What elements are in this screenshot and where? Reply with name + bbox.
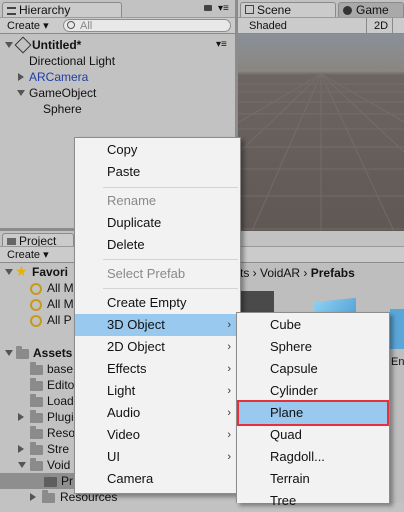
expand-arrow-icon[interactable] bbox=[5, 269, 13, 275]
search-icon bbox=[30, 315, 42, 327]
menu-item-copy[interactable]: Copy bbox=[75, 139, 240, 161]
breadcrumb-item[interactable]: VoidAR bbox=[260, 266, 300, 280]
breadcrumb: ts › VoidAR › Prefabs bbox=[240, 266, 355, 280]
search-icon bbox=[67, 21, 75, 29]
pacman-icon bbox=[343, 6, 352, 15]
folder-tab-icon bbox=[7, 238, 16, 245]
menu-separator bbox=[103, 187, 238, 188]
folder-icon bbox=[30, 378, 43, 391]
expand-arrow-icon[interactable] bbox=[18, 445, 24, 453]
submenu-arrow-icon: › bbox=[227, 429, 231, 441]
project-create-button[interactable]: Create ▾ bbox=[4, 248, 52, 262]
shading-mode-dropdown[interactable]: Shaded bbox=[246, 19, 290, 33]
menu-item-3d-object[interactable]: 3D Object › bbox=[75, 314, 240, 336]
menu-item-rename: Rename bbox=[107, 193, 157, 208]
asset-label: En bbox=[391, 356, 404, 368]
menu-item-effects[interactable]: Effects › bbox=[75, 358, 240, 380]
hierarchy-toolbar: Create ▾ All bbox=[0, 17, 235, 34]
hierarchy-item-gameobject[interactable]: GameObject bbox=[16, 85, 96, 101]
folder-icon bbox=[42, 490, 55, 503]
submenu-arrow-icon: › bbox=[227, 341, 231, 353]
tab-scene[interactable]: Scene bbox=[240, 2, 336, 17]
search-icon bbox=[30, 299, 42, 311]
scene-menu-icon[interactable]: ▾≡ bbox=[216, 37, 227, 53]
context-menu: Copy Paste Rename Duplicate Delete Selec… bbox=[74, 137, 241, 494]
menu-item-paste[interactable]: Paste bbox=[75, 161, 240, 183]
scene-toolbar: Shaded 2D bbox=[238, 17, 404, 34]
submenu-item-plane[interactable]: Plane bbox=[237, 400, 389, 426]
tab-hierarchy[interactable]: Hierarchy bbox=[2, 2, 122, 17]
search-icon bbox=[30, 283, 42, 295]
hierarchy-item-arcamera[interactable]: ARCamera bbox=[16, 69, 88, 85]
breadcrumb-item[interactable]: ts bbox=[240, 266, 249, 280]
menu-item-select-prefab: Select Prefab bbox=[107, 266, 186, 281]
menu-separator bbox=[103, 259, 238, 260]
hierarchy-item-sphere[interactable]: Sphere bbox=[43, 101, 82, 117]
panel-menu-icon[interactable]: ▾≡ bbox=[218, 4, 229, 14]
submenu-arrow-icon: › bbox=[227, 363, 231, 375]
submenu-arrow-icon: › bbox=[227, 385, 231, 397]
lock-icon[interactable] bbox=[204, 5, 212, 11]
submenu-item-capsule[interactable]: Capsule bbox=[237, 358, 389, 380]
submenu-arrow-icon: › bbox=[227, 319, 231, 331]
folder-icon bbox=[30, 410, 43, 423]
expand-arrow-icon[interactable] bbox=[18, 73, 24, 81]
toolbar-separator bbox=[366, 18, 367, 33]
submenu-arrow-icon: › bbox=[227, 451, 231, 463]
submenu-item-quad[interactable]: Quad bbox=[237, 424, 389, 446]
folder-icon bbox=[30, 442, 43, 455]
menu-item-2d-object[interactable]: 2D Object › bbox=[75, 336, 240, 358]
folder-icon bbox=[16, 346, 29, 359]
folder-icon bbox=[30, 394, 43, 407]
menu-item-audio[interactable]: Audio › bbox=[75, 402, 240, 424]
hierarchy-create-button[interactable]: Create ▾ bbox=[4, 19, 52, 33]
expand-arrow-icon[interactable] bbox=[5, 42, 13, 48]
submenu-3d-object: Cube Sphere Capsule Cylinder Plane Quad … bbox=[236, 312, 390, 508]
expand-arrow-icon[interactable] bbox=[5, 350, 13, 356]
toolbar-separator bbox=[392, 18, 393, 33]
expand-arrow-icon[interactable] bbox=[30, 493, 36, 501]
scene-tab-icon bbox=[245, 5, 254, 14]
hierarchy-item-directional-light[interactable]: Directional Light bbox=[29, 53, 115, 69]
scene-root-row[interactable]: Untitled* ▾≡ bbox=[0, 36, 235, 54]
menu-separator bbox=[103, 288, 238, 289]
hierarchy-search-input[interactable]: All bbox=[63, 19, 231, 32]
menu-item-video[interactable]: Video › bbox=[75, 424, 240, 446]
list-icon bbox=[7, 7, 16, 15]
menu-item-light[interactable]: Light › bbox=[75, 380, 240, 402]
scene-viewport[interactable] bbox=[238, 34, 404, 240]
menu-item-duplicate[interactable]: Duplicate bbox=[75, 212, 240, 234]
breadcrumb-item-current: Prefabs bbox=[310, 266, 355, 280]
star-icon: ★ bbox=[15, 263, 28, 279]
scene-name: Untitled* bbox=[32, 38, 82, 52]
submenu-item-cube[interactable]: Cube bbox=[237, 314, 389, 336]
tab-game[interactable]: Game bbox=[338, 2, 404, 17]
submenu-item-tree[interactable]: Tree bbox=[237, 490, 389, 512]
cube-prefab-icon[interactable] bbox=[390, 309, 404, 349]
folder-icon bbox=[30, 426, 43, 439]
expand-arrow-icon[interactable] bbox=[18, 462, 26, 468]
submenu-item-cylinder[interactable]: Cylinder bbox=[237, 380, 389, 402]
2d-toggle[interactable]: 2D bbox=[371, 19, 391, 33]
unity-logo-icon bbox=[14, 36, 32, 54]
expand-arrow-icon[interactable] bbox=[17, 90, 25, 96]
menu-item-delete[interactable]: Delete bbox=[75, 234, 240, 256]
submenu-item-sphere[interactable]: Sphere bbox=[237, 336, 389, 358]
scene-grid bbox=[238, 73, 404, 240]
menu-item-ui[interactable]: UI › bbox=[75, 446, 240, 468]
menu-item-camera[interactable]: Camera bbox=[75, 468, 240, 490]
folder-icon bbox=[30, 458, 43, 471]
folder-icon bbox=[44, 474, 57, 487]
submenu-item-ragdoll[interactable]: Ragdoll... bbox=[237, 446, 389, 468]
submenu-item-terrain[interactable]: Terrain bbox=[237, 468, 389, 490]
hierarchy-tab-label: Hierarchy bbox=[19, 3, 71, 17]
submenu-arrow-icon: › bbox=[227, 407, 231, 419]
expand-arrow-icon[interactable] bbox=[18, 413, 24, 421]
folder-icon bbox=[30, 362, 43, 375]
menu-item-create-empty[interactable]: Create Empty bbox=[75, 292, 240, 314]
scene-panel: Scene Game Shaded 2D bbox=[238, 0, 404, 240]
